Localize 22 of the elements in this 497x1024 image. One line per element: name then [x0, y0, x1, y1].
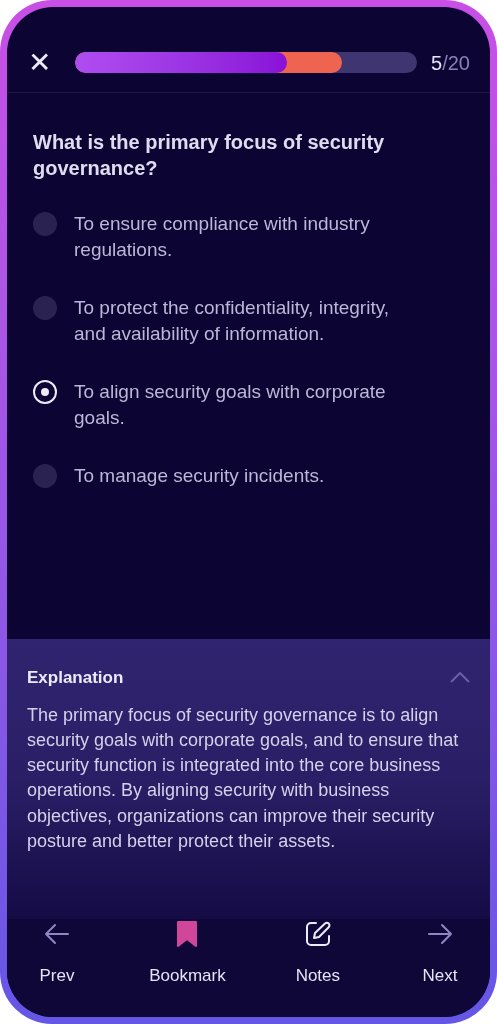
current-question-number: 5: [431, 50, 443, 76]
radio-icon: [33, 296, 57, 320]
edit-note-icon: [303, 920, 332, 948]
arrow-left-icon: [44, 923, 70, 945]
total-questions: /20: [442, 50, 470, 76]
close-button[interactable]: ✕: [27, 48, 51, 77]
next-nav-button[interactable]: Next: [410, 919, 470, 989]
prev-nav-button[interactable]: Prev: [27, 919, 87, 989]
answer-option[interactable]: To align security goals with corporate goals.: [33, 379, 464, 431]
bookmark-nav-button[interactable]: Bookmark: [149, 919, 226, 989]
explanation-text: The primary focus of security governance is to align security goals with corporate goals, and to ensure that security function is integrated into the core business operations. By aligning security with business objectives, organizations can improve their security posture and better protect their assets.: [27, 703, 460, 853]
arrow-right-icon: [427, 923, 453, 945]
notes-nav-button[interactable]: Notes: [287, 919, 348, 989]
radio-icon: [33, 212, 57, 236]
explanation-title: Explanation: [27, 667, 124, 689]
radio-selected-icon: [33, 380, 57, 404]
chevron-up-icon[interactable]: [450, 672, 470, 684]
answer-option[interactable]: To manage security incidents.: [33, 463, 464, 489]
answer-option[interactable]: To protect the confidentiality, integrity, and availability of information.: [33, 295, 464, 347]
answer-option[interactable]: To ensure compliance with industry regulations.: [33, 211, 464, 263]
question-text: What is the primary focus of security governance?: [33, 130, 386, 181]
radio-icon: [33, 464, 57, 488]
